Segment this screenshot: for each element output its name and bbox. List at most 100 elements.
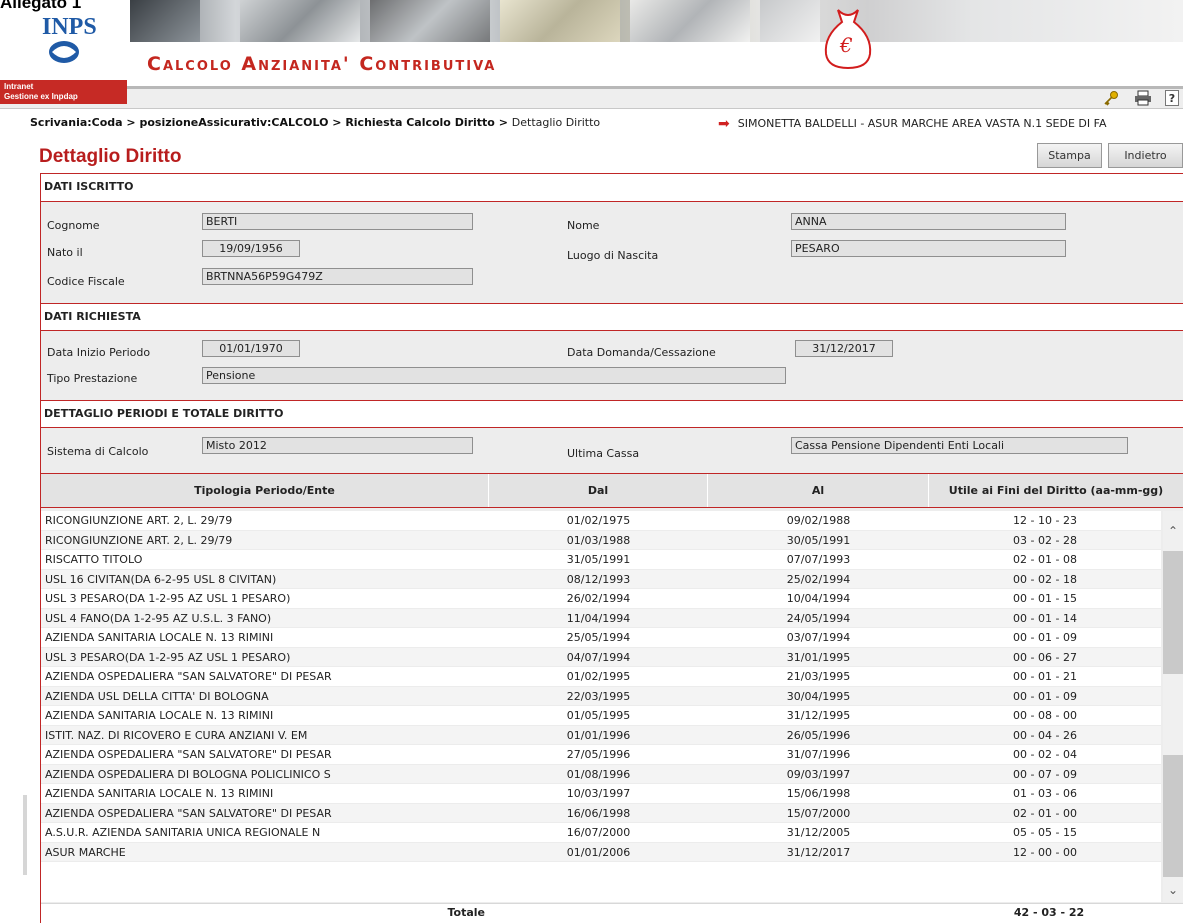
table-row[interactable]: USL 3 PESARO(DA 1-2-95 AZ USL 1 PESARO) 2… [41,589,1161,609]
breadcrumb-row: Scrivania:Coda > posizioneAssicurativ:CA… [0,116,1183,132]
inps-logo-text: INPS [42,14,97,40]
scroll-down-icon[interactable]: ⌄ [1163,880,1183,900]
cell-tipologia: AZIENDA OSPEDALIERA "SAN SALVATORE" DI P… [45,670,332,683]
table-row[interactable]: AZIENDA OSPEDALIERA "SAN SALVATORE" DI P… [41,667,1161,687]
table-row[interactable]: RICONGIUNZIONE ART. 2, L. 29/79 01/03/198… [41,530,1161,550]
cell-al: 24/05/1994 [786,611,851,625]
luogo-nascita-field: PESARO [791,240,1066,257]
cell-al: 31/12/2017 [786,845,851,859]
periods-table-header: Tipologia Periodo/Ente Dal Al Utile ai F… [41,473,1183,508]
sistema-calcolo-label: Sistema di Calcolo [47,445,149,458]
table-row[interactable]: USL 4 FANO(DA 1-2-95 AZ U.S.L. 3 FANO) 11… [41,608,1161,628]
breadcrumb-separator: > [328,116,346,129]
cell-al: 31/07/1996 [786,748,851,761]
cell-al: 03/07/1994 [786,631,851,644]
cell-tipologia: A.S.U.R. AZIENDA SANITARIA UNICA REGIONA… [45,826,321,839]
header-banner: Allegato 1 INPS Calcolo Anzianita' Contr… [0,0,1183,109]
table-row[interactable]: RISCATTO TITOLO 31/05/1991 07/07/1993 02 - … [41,550,1161,570]
table-row[interactable]: AZIENDA OSPEDALIERA "SAN SALVATORE" DI P… [41,745,1161,765]
table-row[interactable]: AZIENDA USL DELLA CITTA' DI BOLOGNA 22/03… [41,686,1161,706]
table-row[interactable]: AZIENDA OSPEDALIERA "SAN SALVATORE" DI P… [41,803,1161,823]
arrow-right-icon: ➡ [718,116,730,132]
cell-utile: 05 - 05 - 15 [1013,826,1077,839]
cell-tipologia: RICONGIUNZIONE ART. 2, L. 29/79 [45,533,233,547]
cell-utile: 12 - 10 - 23 [1013,514,1077,527]
cell-tipologia: AZIENDA SANITARIA LOCALE N. 13 RIMINI [45,787,274,800]
user-info: ➡ SIMONETTA BALDELLI - ASUR MARCHE AREA V… [718,116,1106,132]
cell-utile: 00 - 07 - 09 [1013,767,1077,781]
table-row[interactable]: USL 16 CIVITAN(DA 6-2-95 USL 8 CIVITAN) 0… [41,569,1161,589]
cell-al: 31/12/2005 [786,826,851,839]
cell-tipologia: USL 3 PESARO(DA 1-2-95 AZ USL 1 PESARO) [45,592,291,605]
cell-utile: 03 - 02 - 28 [1013,533,1077,547]
cell-utile: 00 - 06 - 27 [1013,650,1077,664]
print-icon[interactable] [1133,89,1153,107]
cell-utile: 00 - 02 - 18 [1013,572,1077,586]
table-row[interactable]: AZIENDA SANITARIA LOCALE N. 13 RIMINI 10/… [41,784,1161,804]
cell-tipologia: USL 16 CIVITAN(DA 6-2-95 USL 8 CIVITAN) [45,572,277,586]
banner-photo [370,0,490,42]
cell-al: 07/07/1993 [786,553,851,566]
table-row[interactable]: AZIENDA SANITARIA LOCALE N. 13 RIMINI 01/… [41,706,1161,726]
cell-utile: 00 - 01 - 09 [1013,631,1077,644]
table-row[interactable]: ASUR MARCHE 01/01/2006 31/12/2017 12 - 00 -… [41,842,1161,862]
cell-dal: 01/01/1996 [566,728,631,742]
banner-photo [500,0,620,42]
data-inizio-label: Data Inizio Periodo [47,346,151,359]
total-label: Totale [447,906,485,919]
cell-dal: 22/03/1995 [566,689,631,703]
table-row[interactable]: A.S.U.R. AZIENDA SANITARIA UNICA REGIONA… [41,823,1161,843]
scroll-up-icon[interactable]: ⌃ [1163,521,1183,541]
table-row[interactable]: USL 3 PESARO(DA 1-2-95 AZ USL 1 PESARO) 0… [41,647,1161,667]
table-row[interactable]: AZIENDA OSPEDALIERA DI BOLOGNA POLICLINI… [41,764,1161,784]
euro-bag-icon: € [824,9,872,70]
tipo-prestazione-label: Tipo Prestazione [47,372,138,385]
section-dati-richiesta-header: DATI RICHIESTA [41,303,1183,331]
top-icon-bar: ? [1101,89,1183,107]
breadcrumb-item[interactable]: Scrivania:Coda [30,116,123,129]
banner-photo [760,0,820,42]
banner-photo [630,0,750,42]
cell-tipologia: USL 4 FANO(DA 1-2-95 AZ U.S.L. 3 FANO) [45,611,272,625]
banner-photo [130,0,200,42]
app-title: Calcolo Anzianita' Contributiva [147,53,497,75]
cell-tipologia: USL 3 PESARO(DA 1-2-95 AZ USL 1 PESARO) [45,650,291,664]
breadcrumb: Scrivania:Coda > posizioneAssicurativ:CA… [30,116,600,129]
ultima-cassa-label: Ultima Cassa [567,447,640,460]
column-header-tipologia: Tipologia Periodo/Ente [41,474,489,507]
luogo-nascita-label: Luogo di Nascita [567,249,659,262]
breadcrumb-item[interactable]: Richiesta Calcolo Diritto [345,116,495,129]
cell-tipologia: AZIENDA USL DELLA CITTA' DI BOLOGNA [45,689,269,703]
cell-dal: 10/03/1997 [566,787,631,800]
breadcrumb-separator: > [494,116,512,129]
indietro-button[interactable]: Indietro [1108,143,1183,168]
data-inizio-field: 01/01/1970 [202,340,300,357]
help-icon[interactable]: ? [1165,90,1179,106]
scrollbar-thumb[interactable] [1163,755,1183,877]
periods-table-body[interactable]: RICONGIUNZIONE ART. 2, L. 29/79 01/02/197… [41,511,1161,902]
cognome-label: Cognome [47,219,100,232]
scrollbar-thumb[interactable] [1163,551,1183,674]
table-scrollbar[interactable]: ⌃ ⌄ [1163,511,1183,902]
nato-il-field: 19/09/1956 [202,240,300,257]
cell-tipologia: ISTIT. NAZ. DI RICOVERO E CURA ANZIANI V… [45,728,308,742]
table-row[interactable]: RICONGIUNZIONE ART. 2, L. 29/79 01/02/197… [41,511,1161,531]
table-row[interactable]: ISTIT. NAZ. DI RICOVERO E CURA ANZIANI V… [41,725,1161,745]
data-domanda-field: 31/12/2017 [795,340,893,357]
breadcrumb-item[interactable]: posizioneAssicurativ:CALCOLO [139,116,328,129]
cell-utile: 00 - 01 - 21 [1013,670,1077,683]
key-icon[interactable] [1101,89,1121,107]
column-header-utile: Utile ai Fini del Diritto (aa-mm-gg) [948,484,1164,497]
cell-utile: 01 - 03 - 06 [1013,787,1077,800]
cell-utile: 02 - 01 - 00 [1013,806,1077,820]
stampa-button[interactable]: Stampa [1037,143,1102,168]
nome-field: ANNA [791,213,1066,230]
section-dettaglio-header: DETTAGLIO PERIODI E TOTALE DIRITTO [41,400,1183,428]
total-row: Totale 42 - 03 - 22 [41,903,1183,924]
ultima-cassa-field: Cassa Pensione Dipendenti Enti Locali [791,437,1128,454]
cell-utile: 00 - 01 - 15 [1013,592,1077,605]
table-row[interactable]: AZIENDA SANITARIA LOCALE N. 13 RIMINI 25/… [41,628,1161,648]
cell-tipologia: RISCATTO TITOLO [45,553,143,566]
section-dati-iscritto-header: DATI ISCRITTO [41,174,1183,202]
nato-label: Nato il [47,246,83,259]
